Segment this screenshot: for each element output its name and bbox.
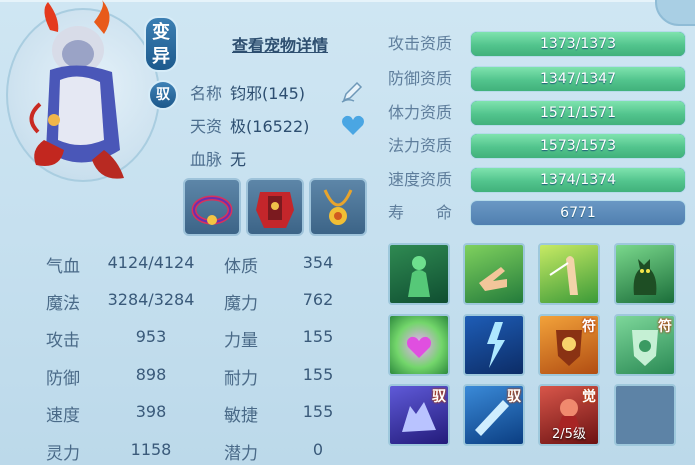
stat-value-spirit: 1158 [130, 440, 172, 459]
aptitude-label: 体力资质 [388, 103, 453, 122]
stat-label-spirit: 灵力 [46, 444, 80, 464]
attr-label-potential: 潜力 [224, 444, 258, 464]
bloodline-value: 无 [230, 150, 247, 169]
collar-equip-icon [191, 195, 233, 225]
attr-label-magic: 魔力 [224, 294, 258, 314]
aptitude-label: 法力资质 [388, 136, 453, 155]
aptitude-value: 1571/1571 [540, 105, 616, 121]
equip-slot-necklace[interactable] [309, 178, 367, 236]
stat-label-hp: 气血 [46, 257, 80, 277]
attr-label-endurance: 耐力 [224, 369, 258, 389]
aptitude-bar: 1374/1374 [470, 167, 686, 193]
empty-skill-slot[interactable] [614, 384, 676, 446]
attr-value-endurance: 155 [302, 365, 334, 384]
skill-slot-6[interactable] [463, 314, 525, 376]
skill-slot-10[interactable]: 驭 [463, 384, 525, 446]
view-pet-details-link[interactable]: 查看宠物详情 [232, 32, 328, 56]
skill-slot-8[interactable]: 符 [614, 314, 676, 376]
stat-label-speed: 速度 [46, 406, 80, 426]
stat-value-speed: 398 [135, 402, 167, 421]
stat-label-attack: 攻击 [46, 331, 80, 351]
skill-slot-2[interactable] [463, 243, 525, 305]
life-label: 寿 命 [388, 203, 453, 222]
life-value: 6771 [560, 205, 596, 221]
pet-name-row: 名称 钧邪(145) [190, 80, 305, 104]
attr-label-agility: 敏捷 [224, 406, 258, 426]
stat-label-mp: 魔法 [46, 294, 80, 314]
skill-slot-3[interactable] [538, 243, 600, 305]
variant-badge: 变 异 [144, 16, 178, 72]
armor-equip-icon [256, 192, 294, 228]
skill-tag: 驭 [507, 389, 521, 405]
favorite-heart-icon[interactable] [341, 114, 365, 136]
aptitude-value: 1573/1573 [540, 138, 616, 154]
name-value: 钧邪(145) [230, 84, 306, 103]
aptitude-bar: 1373/1373 [470, 31, 686, 57]
stat-value-defense: 898 [135, 365, 167, 384]
aptitude-label: 防御资质 [388, 69, 453, 88]
equip-slot-armor[interactable] [246, 178, 304, 236]
cat-silhouette-skill-icon [633, 259, 657, 295]
skill-slot-5[interactable] [388, 314, 450, 376]
attr-label-constitution: 体质 [224, 257, 258, 277]
stat-label-defense: 防御 [46, 369, 80, 389]
aptitude-value: 1373/1373 [540, 36, 616, 52]
attr-value-magic: 762 [302, 290, 334, 309]
aptitude-label: 攻击资质 [388, 34, 453, 53]
skill-slot-11[interactable]: 觉 2/5级 [538, 384, 600, 446]
green-figure-skill-icon [408, 256, 430, 297]
stat-value-attack: 953 [135, 327, 167, 346]
skill-tag: 觉 [582, 389, 596, 405]
aptitude-bar: 1573/1573 [470, 133, 686, 159]
pet-bloodline-row: 血脉无 [190, 146, 246, 170]
skill-slot-1[interactable] [388, 243, 450, 305]
variant-badge-text: 变 异 [152, 22, 170, 67]
name-label: 名称 [190, 84, 223, 103]
raised-palm-skill-icon [549, 256, 578, 295]
life-bar: 6771 [470, 200, 686, 226]
aptitude-label: 速度资质 [388, 170, 453, 189]
stat-value-mp: 3284/3284 [107, 290, 195, 309]
attr-value-constitution: 354 [302, 253, 334, 272]
attr-value-strength: 155 [302, 327, 334, 346]
skill-level: 2/5级 [552, 427, 586, 442]
attr-label-strength: 力量 [224, 331, 258, 351]
pointing-hand-skill-icon [479, 267, 507, 291]
skill-tag: 符 [582, 319, 596, 335]
bloodline-label: 血脉 [190, 150, 223, 169]
ride-badge: 驭 [148, 80, 178, 110]
skill-slot-9[interactable]: 驭 [388, 384, 450, 446]
pet-talent-row: 天资 极(16522) [190, 113, 309, 137]
skill-tag: 驭 [432, 389, 446, 405]
attr-value-agility: 155 [302, 402, 334, 421]
aptitude-bar: 1571/1571 [470, 100, 686, 126]
attr-value-potential: 0 [312, 440, 324, 459]
skill-slot-4[interactable] [614, 243, 676, 305]
rename-pen-icon[interactable] [340, 80, 364, 104]
skill-tag: 符 [658, 319, 672, 335]
skill-slot-7[interactable]: 符 [538, 314, 600, 376]
aptitude-value: 1347/1347 [540, 71, 616, 87]
aptitude-value: 1374/1374 [540, 172, 616, 188]
pet-portrait-icon [29, 0, 124, 179]
talent-value: 极(16522) [230, 117, 310, 136]
stat-value-hp: 4124/4124 [107, 253, 195, 272]
talent-label: 天资 [190, 117, 223, 136]
necklace-equip-icon [323, 189, 353, 225]
aptitude-bar: 1347/1347 [470, 66, 686, 92]
heart-burst-skill-icon [407, 336, 431, 358]
equip-slot-collar[interactable] [183, 178, 241, 236]
lightning-skill-icon [487, 322, 505, 368]
